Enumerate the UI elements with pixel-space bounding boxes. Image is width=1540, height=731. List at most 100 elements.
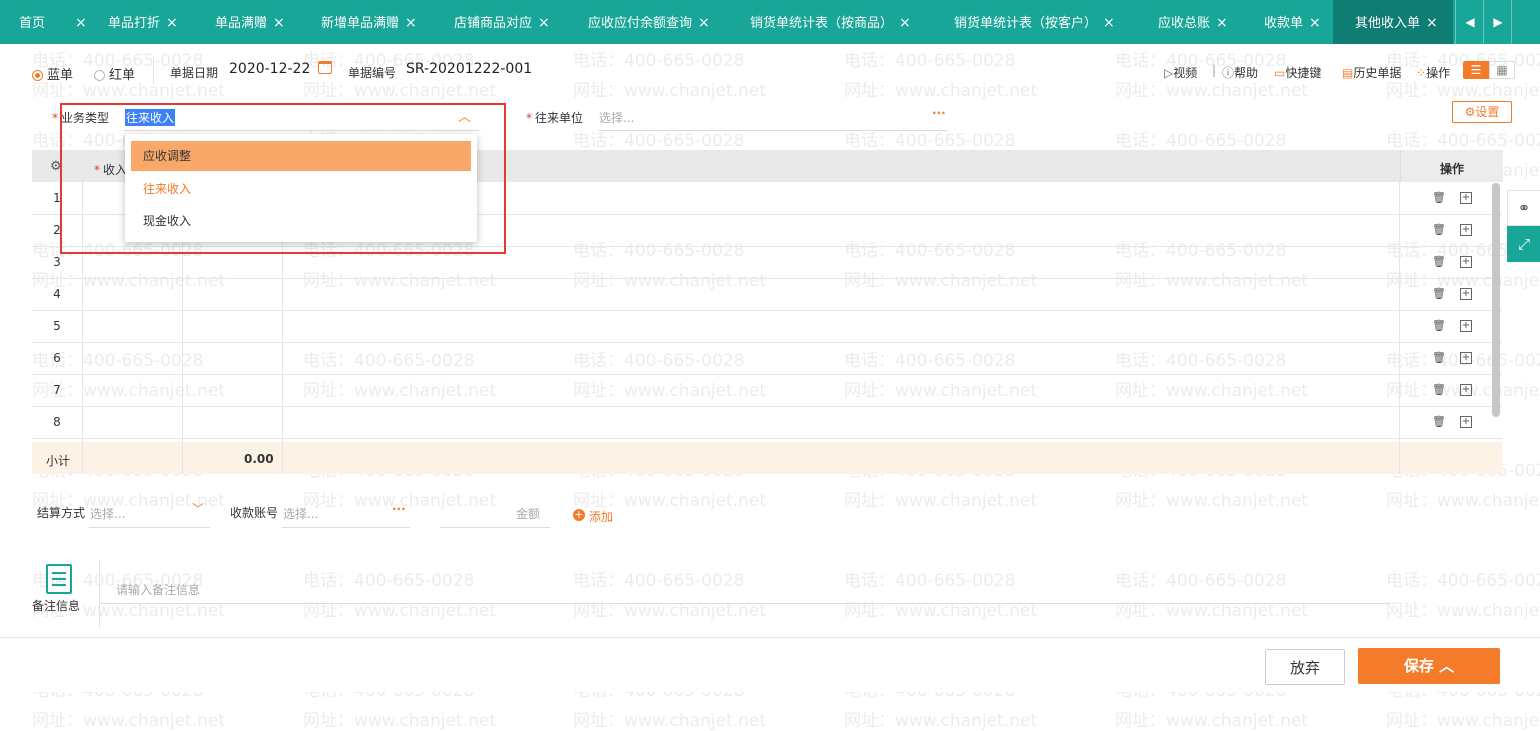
- tab-next-icon[interactable]: ▶: [1483, 0, 1512, 44]
- table-scrollbar[interactable]: [1492, 183, 1500, 417]
- biz-type-input[interactable]: 往来收入: [125, 109, 176, 126]
- date-value[interactable]: 2020-12-22: [229, 61, 310, 77]
- biz-type-dropdown: 应收调整 往来收入 现金收入: [125, 134, 477, 242]
- option-receivable-adjust[interactable]: 应收调整: [131, 141, 471, 171]
- history-link[interactable]: ▤历史单据: [1342, 64, 1401, 81]
- row-number: 5: [53, 319, 61, 333]
- tab-close-icon[interactable]: ×: [698, 15, 710, 31]
- tab-home[interactable]: 首页 ×: [19, 0, 87, 44]
- partner-label: * 往来单位: [526, 111, 584, 125]
- delete-row-icon[interactable]: 🗑: [1432, 320, 1446, 332]
- tab-receivable-ledger[interactable]: 应收总账 ×: [1158, 0, 1228, 44]
- link-icon[interactable]: ⚭: [1507, 190, 1540, 226]
- watermark-site: 网址：www.chanjet.net: [844, 601, 1038, 621]
- table-row[interactable]: 4 🗑 +: [32, 278, 1502, 311]
- partner-more-icon[interactable]: ···: [932, 106, 946, 120]
- settings-button[interactable]: ⚙设置: [1452, 101, 1512, 123]
- account-more-icon[interactable]: ···: [392, 502, 406, 516]
- table-row[interactable]: 5 🗑 +: [32, 310, 1502, 343]
- tab-close-icon[interactable]: ×: [273, 15, 285, 31]
- add-icon[interactable]: +: [573, 509, 585, 521]
- table-row[interactable]: 3 🗑 +: [32, 246, 1502, 279]
- partner-underline: [598, 130, 948, 131]
- insert-row-icon[interactable]: +: [1460, 384, 1472, 396]
- watermark-site: 网址：www.chanjet.net: [844, 81, 1038, 101]
- row-number: 2: [53, 223, 61, 237]
- watermark-site: 网址：www.chanjet.net: [1115, 491, 1309, 511]
- radio-checked-icon: [32, 70, 43, 81]
- watermark-phone: 电话：400-665-0028: [844, 51, 1016, 71]
- divider: [153, 57, 154, 85]
- tab-prev-icon[interactable]: ◀: [1455, 0, 1484, 44]
- insert-row-icon[interactable]: +: [1460, 352, 1472, 364]
- delete-row-icon[interactable]: 🗑: [1432, 224, 1446, 236]
- add-payment-button[interactable]: 添加: [589, 508, 613, 525]
- calendar-icon[interactable]: [318, 61, 332, 74]
- watermark-site: 网址：www.chanjet.net: [303, 711, 497, 731]
- tab-close-icon[interactable]: ×: [1216, 15, 1228, 31]
- insert-row-icon[interactable]: +: [1460, 192, 1472, 204]
- amount-input[interactable]: 金额: [516, 505, 540, 522]
- tab-close-icon[interactable]: ×: [405, 15, 417, 31]
- watermark-site: 网址：www.chanjet.net: [1386, 711, 1540, 731]
- chevron-down-icon[interactable]: ﹀: [192, 500, 204, 517]
- radio-blue[interactable]: 蓝单: [32, 64, 73, 83]
- insert-row-icon[interactable]: +: [1460, 288, 1472, 300]
- radio-unchecked-icon: [94, 70, 105, 81]
- watermark-phone: 电话：400-665-0028: [573, 571, 745, 591]
- save-button[interactable]: 保存 ︿: [1358, 648, 1500, 684]
- remarks-input[interactable]: 请输入备注信息: [116, 581, 200, 598]
- expand-icon[interactable]: ⤢: [1507, 226, 1540, 262]
- account-input[interactable]: 选择...: [283, 505, 318, 522]
- option-cash-income[interactable]: 现金收入: [131, 206, 471, 236]
- column-settings-icon[interactable]: ⚙: [50, 159, 62, 174]
- ops-link[interactable]: ⁘操作: [1416, 64, 1450, 81]
- account-label: 收款账号: [230, 506, 279, 520]
- tab-close-icon[interactable]: ×: [899, 15, 911, 31]
- list-view-icon[interactable]: ☰: [1463, 61, 1489, 79]
- toolbar-divider: |: [1212, 63, 1217, 77]
- shortcut-link[interactable]: ▭快捷键: [1274, 64, 1321, 81]
- tab-other-income[interactable]: 其他收入单 ×: [1333, 0, 1453, 44]
- tab-receipt[interactable]: 收款单 ×: [1264, 0, 1321, 44]
- table-row[interactable]: 8 🗑 +: [32, 406, 1502, 439]
- settle-method-input[interactable]: 选择...: [90, 505, 125, 522]
- insert-row-icon[interactable]: +: [1460, 224, 1472, 236]
- tab-close-icon[interactable]: ×: [1103, 15, 1115, 31]
- delete-row-icon[interactable]: 🗑: [1432, 352, 1446, 364]
- tab-balance-query[interactable]: 应收应付余额查询 ×: [588, 0, 710, 44]
- tab-close-icon[interactable]: ×: [538, 15, 550, 31]
- delete-row-icon[interactable]: 🗑: [1432, 416, 1446, 428]
- card-view-icon[interactable]: ▦: [1489, 61, 1515, 79]
- tab-close-icon[interactable]: ×: [1309, 15, 1321, 31]
- tab-store-product[interactable]: 店铺商品对应 ×: [454, 0, 550, 44]
- tab-item-discount[interactable]: 单品打折 ×: [108, 0, 178, 44]
- partner-input[interactable]: 选择...: [599, 109, 634, 126]
- tab-new-item-gift[interactable]: 新增单品满赠 ×: [321, 0, 417, 44]
- tab-sales-by-product[interactable]: 销货单统计表（按商品） ×: [750, 0, 911, 44]
- tab-close-icon[interactable]: ×: [75, 15, 87, 31]
- video-link[interactable]: ▷视频: [1164, 64, 1197, 81]
- option-account-income[interactable]: 往来收入: [131, 174, 471, 204]
- tab-bar: 首页 × 单品打折 × 单品满赠 × 新增单品满赠 × 店铺商品对应 × 应收应付余额查询…: [0, 0, 1540, 44]
- insert-row-icon[interactable]: +: [1460, 320, 1472, 332]
- delete-row-icon[interactable]: 🗑: [1432, 256, 1446, 268]
- table-row[interactable]: 7 🗑 +: [32, 374, 1502, 407]
- tab-more[interactable]: [1511, 0, 1540, 44]
- discard-button[interactable]: 放弃: [1265, 649, 1345, 685]
- insert-row-icon[interactable]: +: [1460, 416, 1472, 428]
- radio-red[interactable]: 红单: [94, 64, 135, 83]
- remarks-label: 备注信息: [32, 599, 81, 613]
- tab-item-gift[interactable]: 单品满赠 ×: [215, 0, 285, 44]
- delete-row-icon[interactable]: 🗑: [1432, 288, 1446, 300]
- tab-sales-by-customer[interactable]: 销货单统计表（按客户） ×: [954, 0, 1115, 44]
- tab-close-icon[interactable]: ×: [1426, 15, 1438, 31]
- insert-row-icon[interactable]: +: [1460, 256, 1472, 268]
- table-row[interactable]: 6 🗑 +: [32, 342, 1502, 375]
- biz-type-underline: [124, 130, 479, 131]
- delete-row-icon[interactable]: 🗑: [1432, 192, 1446, 204]
- chevron-up-icon[interactable]: ︿: [458, 106, 471, 125]
- delete-row-icon[interactable]: 🗑: [1432, 384, 1446, 396]
- tab-close-icon[interactable]: ×: [166, 15, 178, 31]
- help-link[interactable]: ⓘ帮助: [1222, 64, 1258, 81]
